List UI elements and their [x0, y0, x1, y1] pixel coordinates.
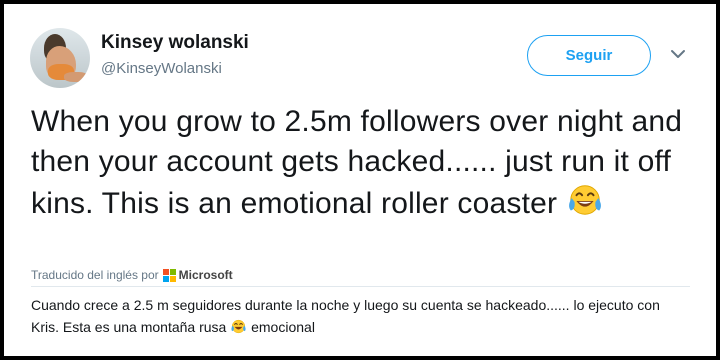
translated-text: Cuando crece a 2.5 m seguidores durante … — [31, 294, 691, 338]
microsoft-logo-icon — [162, 268, 176, 282]
translation-provider[interactable]: Microsoft — [179, 268, 233, 282]
tears-of-joy-emoji-icon — [231, 319, 246, 334]
tweet-text: When you grow to 2.5m followers over nig… — [31, 102, 711, 224]
user-name[interactable]: Kinsey wolanski — [101, 32, 249, 54]
tears-of-joy-emoji-icon — [568, 185, 601, 215]
follow-button[interactable]: Seguir — [527, 35, 651, 76]
translated-text-part1: Cuando crece a 2.5 m seguidores durante … — [31, 297, 660, 335]
chevron-down-icon[interactable] — [670, 48, 686, 60]
translation-attribution: Traducido del inglés por Microsoft — [31, 268, 233, 282]
translation-source-label: Traducido del inglés por — [31, 268, 159, 282]
avatar-legs — [64, 72, 88, 82]
tweet-card: Kinsey wolanski @KinseyWolanski Seguir W… — [4, 4, 716, 356]
avatar[interactable] — [30, 28, 90, 88]
translated-text-part2: emocional — [251, 319, 315, 335]
user-handle[interactable]: @KinseyWolanski — [101, 60, 222, 77]
divider — [31, 286, 690, 287]
